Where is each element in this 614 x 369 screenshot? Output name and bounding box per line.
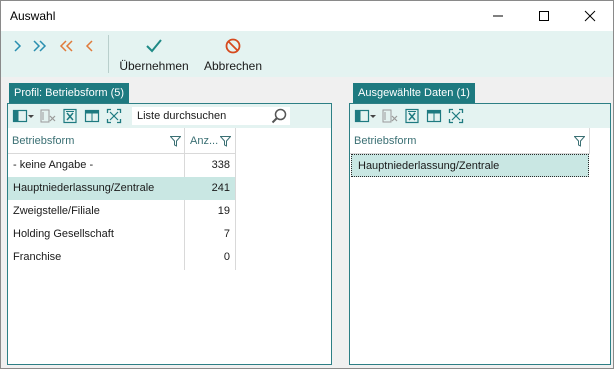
columns-dropdown[interactable] bbox=[27, 108, 35, 124]
title-bar: Auswahl bbox=[1, 1, 613, 31]
column-header-label: Betriebsform bbox=[354, 135, 417, 147]
column-header-betriebsform[interactable]: Betriebsform bbox=[8, 128, 184, 154]
cell-count: 7 bbox=[223, 228, 230, 240]
right-panel: Betriebsform Hauptniederlassung/Zentrale bbox=[349, 103, 611, 365]
cell-betriebsform: Hauptniederlassung/Zentrale bbox=[358, 160, 500, 172]
cell-count: 19 bbox=[217, 205, 230, 217]
dropdown-arrow-icon bbox=[370, 115, 376, 118]
cell-betriebsform: Franchise bbox=[13, 251, 62, 263]
export-excel-button[interactable] bbox=[62, 108, 78, 124]
export-excel-icon bbox=[63, 108, 77, 124]
columns-icon bbox=[354, 109, 370, 123]
fit-columns-icon bbox=[448, 108, 464, 124]
double-chevron-right-icon bbox=[33, 40, 47, 52]
apply-label: Übernehmen bbox=[119, 59, 189, 73]
double-chevron-left-icon bbox=[59, 40, 73, 52]
search-input[interactable]: Liste durchsuchen bbox=[132, 107, 290, 125]
columns-button[interactable] bbox=[354, 108, 370, 124]
export-excel-button[interactable] bbox=[404, 108, 420, 124]
columns-dropdown[interactable] bbox=[369, 108, 377, 124]
clear-filter-button[interactable] bbox=[382, 108, 398, 124]
cell-betriebsform: - keine Angabe - bbox=[13, 159, 94, 171]
clear-filter-button[interactable] bbox=[40, 108, 56, 124]
fit-columns-button[interactable] bbox=[106, 108, 122, 124]
cell-count: 0 bbox=[223, 251, 230, 263]
table-row[interactable]: Zweigstelle/Filiale 19 bbox=[8, 200, 235, 223]
filter-icon[interactable] bbox=[220, 136, 231, 147]
column-header-label: Betriebsform bbox=[12, 135, 75, 147]
table-row[interactable]: Hauptniederlassung/Zentrale bbox=[351, 154, 589, 177]
selection-dialog: Auswahl Übernehmen Abbrechen Profil: Bet… bbox=[0, 0, 614, 369]
close-icon bbox=[584, 10, 596, 22]
main-toolbar: Übernehmen Abbrechen bbox=[1, 31, 613, 77]
chevron-left-icon bbox=[85, 40, 93, 52]
left-grid-header: Betriebsform Anz... bbox=[8, 128, 235, 154]
move-right-button[interactable] bbox=[10, 38, 26, 54]
move-all-right-button[interactable] bbox=[32, 38, 48, 54]
left-panel-tab[interactable]: Profil: Betriebsform (5) bbox=[9, 83, 130, 103]
layout-icon bbox=[426, 109, 442, 123]
cancel-label: Abbrechen bbox=[203, 59, 263, 73]
cell-betriebsform: Holding Gesellschaft bbox=[13, 228, 114, 240]
cell-betriebsform: Zweigstelle/Filiale bbox=[13, 205, 100, 217]
cell-count: 338 bbox=[211, 159, 230, 171]
layout-button[interactable] bbox=[426, 108, 442, 124]
cell-betriebsform: Hauptniederlassung/Zentrale bbox=[13, 182, 155, 194]
column-divider bbox=[235, 128, 236, 270]
maximize-button[interactable] bbox=[521, 1, 567, 31]
search-placeholder: Liste durchsuchen bbox=[137, 110, 227, 122]
right-grid-header: Betriebsform bbox=[350, 128, 589, 154]
search-icon[interactable] bbox=[270, 107, 288, 125]
move-left-button[interactable] bbox=[82, 38, 98, 54]
column-header-betriebsform[interactable]: Betriebsform bbox=[350, 128, 589, 154]
move-all-left-button[interactable] bbox=[58, 38, 74, 54]
window-title: Auswahl bbox=[10, 9, 56, 23]
filter-icon[interactable] bbox=[574, 136, 585, 147]
columns-button[interactable] bbox=[12, 108, 28, 124]
table-row[interactable]: Holding Gesellschaft 7 bbox=[8, 223, 235, 246]
table-row[interactable]: Franchise 0 bbox=[8, 246, 235, 269]
content-area: Profil: Betriebsform (5) Liste durchsuch… bbox=[1, 77, 613, 368]
layout-button[interactable] bbox=[84, 108, 100, 124]
chevron-right-icon bbox=[14, 40, 22, 52]
export-excel-icon bbox=[405, 108, 419, 124]
cancel-icon bbox=[225, 38, 241, 54]
checkmark-icon bbox=[146, 39, 162, 53]
clear-filter-icon bbox=[40, 109, 56, 123]
columns-icon bbox=[12, 109, 28, 123]
fit-columns-icon bbox=[106, 108, 122, 124]
dropdown-arrow-icon bbox=[28, 115, 34, 118]
layout-icon bbox=[84, 109, 100, 123]
minimize-button[interactable] bbox=[475, 1, 521, 31]
fit-columns-button[interactable] bbox=[448, 108, 464, 124]
close-button[interactable] bbox=[567, 1, 613, 31]
toolbar-separator bbox=[108, 35, 109, 73]
filter-icon[interactable] bbox=[170, 136, 181, 147]
table-row[interactable]: - keine Angabe - 338 bbox=[8, 154, 235, 177]
right-panel-toolbar bbox=[350, 104, 610, 128]
left-panel-toolbar: Liste durchsuchen bbox=[8, 104, 331, 128]
cancel-button[interactable]: Abbrechen bbox=[200, 36, 266, 74]
maximize-icon bbox=[539, 11, 549, 21]
apply-button[interactable]: Übernehmen bbox=[117, 36, 191, 74]
column-header-label: Anz... bbox=[190, 135, 219, 147]
right-panel-tab[interactable]: Ausgewählte Daten (1) bbox=[353, 83, 475, 103]
left-panel: Liste durchsuchen Betriebsform Anz... - bbox=[7, 103, 332, 365]
cell-count: 241 bbox=[211, 182, 230, 194]
minimize-icon bbox=[493, 15, 503, 17]
column-divider bbox=[589, 128, 590, 154]
table-row[interactable]: Hauptniederlassung/Zentrale 241 bbox=[8, 177, 235, 200]
clear-filter-icon bbox=[382, 109, 398, 123]
